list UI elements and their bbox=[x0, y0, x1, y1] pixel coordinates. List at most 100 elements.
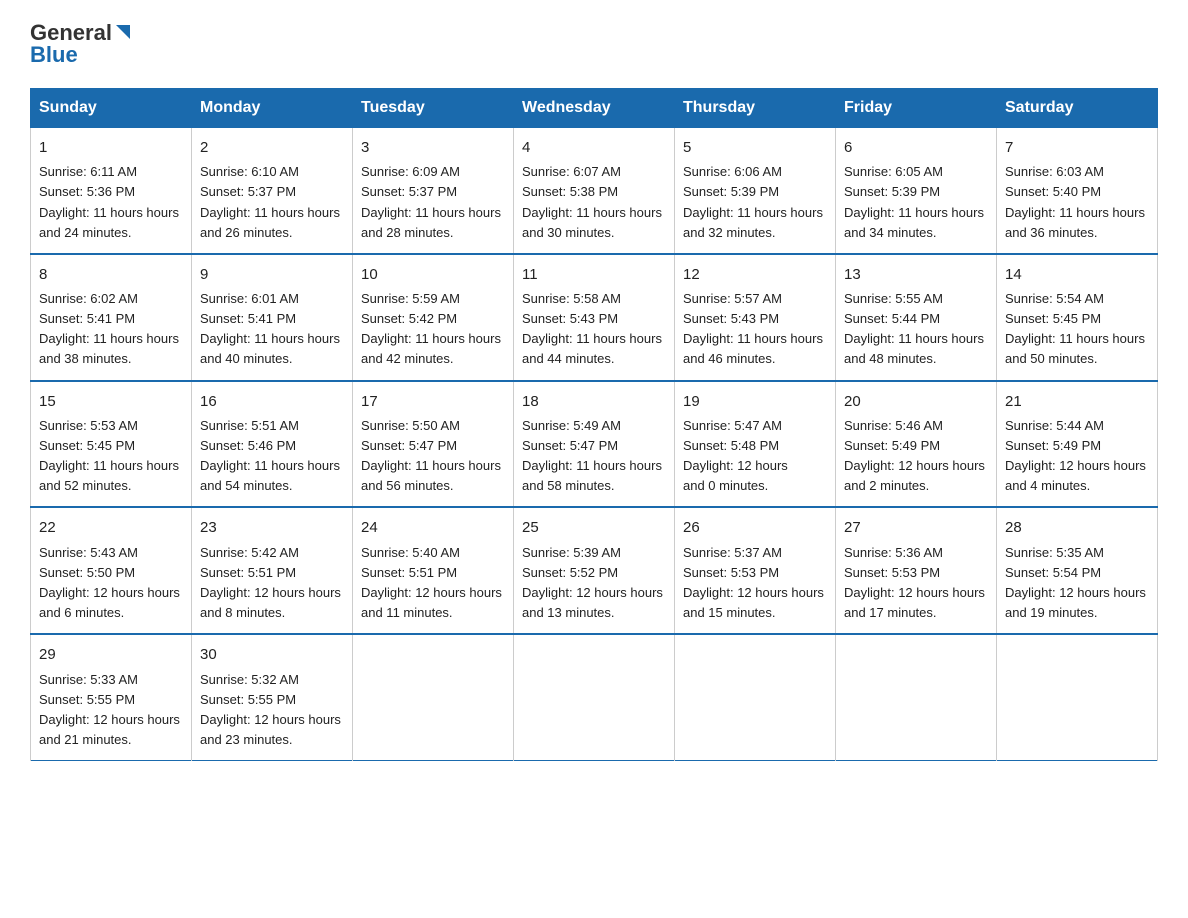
day-number: 17 bbox=[361, 390, 505, 413]
calendar-cell: 6Sunrise: 6:05 AMSunset: 5:39 PMDaylight… bbox=[836, 128, 997, 254]
day-number: 30 bbox=[200, 643, 344, 666]
day-info: Sunrise: 6:02 AMSunset: 5:41 PMDaylight:… bbox=[39, 291, 179, 366]
day-info: Sunrise: 5:51 AMSunset: 5:46 PMDaylight:… bbox=[200, 418, 340, 493]
calendar-cell: 12 Sunrise: 5:57 AMSunset: 5:43 PMDayligh… bbox=[675, 254, 836, 381]
calendar-cell: 5 Sunrise: 6:06 AMSunset: 5:39 PMDaylight… bbox=[675, 128, 836, 254]
day-info: Sunrise: 5:44 AMSunset: 5:49 PMDaylight:… bbox=[1005, 418, 1146, 493]
day-number: 25 bbox=[522, 516, 666, 539]
day-number: 16 bbox=[200, 390, 344, 413]
day-number: 20 bbox=[844, 390, 988, 413]
day-number: 28 bbox=[1005, 516, 1149, 539]
day-number: 14 bbox=[1005, 263, 1149, 286]
calendar-cell: 15 Sunrise: 5:53 AMSunset: 5:45 PMDayligh… bbox=[31, 381, 192, 508]
weekday-header-tuesday: Tuesday bbox=[353, 89, 514, 128]
calendar-cell: 22 Sunrise: 5:43 AMSunset: 5:50 PMDayligh… bbox=[31, 507, 192, 634]
calendar-cell: 14Sunrise: 5:54 AMSunset: 5:45 PMDayligh… bbox=[997, 254, 1158, 381]
calendar-cell: 20 Sunrise: 5:46 AMSunset: 5:49 PMDayligh… bbox=[836, 381, 997, 508]
calendar-cell: 29 Sunrise: 5:33 AMSunset: 5:55 PMDayligh… bbox=[31, 634, 192, 760]
day-number: 1 bbox=[39, 136, 183, 159]
calendar-week-row: 29 Sunrise: 5:33 AMSunset: 5:55 PMDayligh… bbox=[31, 634, 1158, 760]
day-info: Sunrise: 5:35 AMSunset: 5:54 PMDaylight:… bbox=[1005, 545, 1146, 620]
day-number: 15 bbox=[39, 390, 183, 413]
calendar-cell: 3 Sunrise: 6:09 AMSunset: 5:37 PMDaylight… bbox=[353, 128, 514, 254]
logo-triangle-icon bbox=[114, 23, 132, 41]
calendar-header-row: SundayMondayTuesdayWednesdayThursdayFrid… bbox=[31, 89, 1158, 128]
calendar-cell bbox=[675, 634, 836, 760]
calendar-cell: 25 Sunrise: 5:39 AMSunset: 5:52 PMDayligh… bbox=[514, 507, 675, 634]
day-info: Sunrise: 5:46 AMSunset: 5:49 PMDaylight:… bbox=[844, 418, 985, 493]
day-info: Sunrise: 5:42 AMSunset: 5:51 PMDaylight:… bbox=[200, 545, 341, 620]
calendar-cell: 9 Sunrise: 6:01 AMSunset: 5:41 PMDaylight… bbox=[192, 254, 353, 381]
calendar-cell: 4 Sunrise: 6:07 AMSunset: 5:38 PMDaylight… bbox=[514, 128, 675, 254]
day-info: Sunrise: 6:11 AMSunset: 5:36 PMDaylight:… bbox=[39, 164, 179, 239]
day-number: 23 bbox=[200, 516, 344, 539]
day-info: Sunrise: 5:57 AMSunset: 5:43 PMDaylight:… bbox=[683, 291, 823, 366]
day-info: Sunrise: 6:10 AMSunset: 5:37 PMDaylight:… bbox=[200, 164, 340, 239]
day-number: 9 bbox=[200, 263, 344, 286]
day-info: Sunrise: 5:43 AMSunset: 5:50 PMDaylight:… bbox=[39, 545, 180, 620]
calendar-cell: 11Sunrise: 5:58 AMSunset: 5:43 PMDayligh… bbox=[514, 254, 675, 381]
day-info: Sunrise: 6:06 AMSunset: 5:39 PMDaylight:… bbox=[683, 164, 823, 239]
day-number: 21 bbox=[1005, 390, 1149, 413]
calendar-cell: 7 Sunrise: 6:03 AMSunset: 5:40 PMDaylight… bbox=[997, 128, 1158, 254]
weekday-header-thursday: Thursday bbox=[675, 89, 836, 128]
day-number: 24 bbox=[361, 516, 505, 539]
weekday-header-wednesday: Wednesday bbox=[514, 89, 675, 128]
day-info: Sunrise: 5:55 AMSunset: 5:44 PMDaylight:… bbox=[844, 291, 984, 366]
calendar-cell: 24 Sunrise: 5:40 AMSunset: 5:51 PMDayligh… bbox=[353, 507, 514, 634]
day-info: Sunrise: 6:03 AMSunset: 5:40 PMDaylight:… bbox=[1005, 164, 1145, 239]
day-number: 26 bbox=[683, 516, 827, 539]
logo-blue-text: Blue bbox=[30, 42, 78, 68]
day-number: 27 bbox=[844, 516, 988, 539]
day-info: Sunrise: 6:09 AMSunset: 5:37 PMDaylight:… bbox=[361, 164, 501, 239]
calendar-cell: 8 Sunrise: 6:02 AMSunset: 5:41 PMDaylight… bbox=[31, 254, 192, 381]
day-info: Sunrise: 5:36 AMSunset: 5:53 PMDaylight:… bbox=[844, 545, 985, 620]
day-info: Sunrise: 5:50 AMSunset: 5:47 PMDaylight:… bbox=[361, 418, 501, 493]
calendar-cell bbox=[836, 634, 997, 760]
day-number: 7 bbox=[1005, 136, 1149, 159]
calendar-cell bbox=[997, 634, 1158, 760]
calendar-week-row: 15 Sunrise: 5:53 AMSunset: 5:45 PMDayligh… bbox=[31, 381, 1158, 508]
day-number: 8 bbox=[39, 263, 183, 286]
calendar-cell: 28 Sunrise: 5:35 AMSunset: 5:54 PMDayligh… bbox=[997, 507, 1158, 634]
day-info: Sunrise: 5:33 AMSunset: 5:55 PMDaylight:… bbox=[39, 672, 180, 747]
weekday-header-sunday: Sunday bbox=[31, 89, 192, 128]
page-header: General Blue bbox=[30, 20, 1158, 68]
day-info: Sunrise: 5:40 AMSunset: 5:51 PMDaylight:… bbox=[361, 545, 502, 620]
day-info: Sunrise: 6:05 AMSunset: 5:39 PMDaylight:… bbox=[844, 164, 984, 239]
calendar-week-row: 1 Sunrise: 6:11 AMSunset: 5:36 PMDaylight… bbox=[31, 128, 1158, 254]
day-number: 5 bbox=[683, 136, 827, 159]
calendar-cell: 1 Sunrise: 6:11 AMSunset: 5:36 PMDaylight… bbox=[31, 128, 192, 254]
day-info: Sunrise: 5:58 AMSunset: 5:43 PMDaylight:… bbox=[522, 291, 662, 366]
day-info: Sunrise: 5:47 AMSunset: 5:48 PMDaylight:… bbox=[683, 418, 788, 493]
day-number: 22 bbox=[39, 516, 183, 539]
calendar-cell: 26 Sunrise: 5:37 AMSunset: 5:53 PMDayligh… bbox=[675, 507, 836, 634]
weekday-header-monday: Monday bbox=[192, 89, 353, 128]
calendar-cell: 21 Sunrise: 5:44 AMSunset: 5:49 PMDayligh… bbox=[997, 381, 1158, 508]
day-info: Sunrise: 6:01 AMSunset: 5:41 PMDaylight:… bbox=[200, 291, 340, 366]
day-number: 12 bbox=[683, 263, 827, 286]
logo: General Blue bbox=[30, 20, 132, 68]
calendar-week-row: 22 Sunrise: 5:43 AMSunset: 5:50 PMDayligh… bbox=[31, 507, 1158, 634]
weekday-header-saturday: Saturday bbox=[997, 89, 1158, 128]
calendar-cell: 19Sunrise: 5:47 AMSunset: 5:48 PMDayligh… bbox=[675, 381, 836, 508]
day-info: Sunrise: 5:59 AMSunset: 5:42 PMDaylight:… bbox=[361, 291, 501, 366]
day-number: 2 bbox=[200, 136, 344, 159]
calendar-cell bbox=[353, 634, 514, 760]
day-number: 10 bbox=[361, 263, 505, 286]
day-number: 3 bbox=[361, 136, 505, 159]
day-info: Sunrise: 5:39 AMSunset: 5:52 PMDaylight:… bbox=[522, 545, 663, 620]
calendar-cell: 27 Sunrise: 5:36 AMSunset: 5:53 PMDayligh… bbox=[836, 507, 997, 634]
calendar-cell: 30Sunrise: 5:32 AMSunset: 5:55 PMDayligh… bbox=[192, 634, 353, 760]
calendar-cell: 2 Sunrise: 6:10 AMSunset: 5:37 PMDaylight… bbox=[192, 128, 353, 254]
calendar-cell: 13 Sunrise: 5:55 AMSunset: 5:44 PMDayligh… bbox=[836, 254, 997, 381]
day-info: Sunrise: 6:07 AMSunset: 5:38 PMDaylight:… bbox=[522, 164, 662, 239]
day-number: 13 bbox=[844, 263, 988, 286]
day-number: 4 bbox=[522, 136, 666, 159]
calendar-cell: 23 Sunrise: 5:42 AMSunset: 5:51 PMDayligh… bbox=[192, 507, 353, 634]
day-info: Sunrise: 5:37 AMSunset: 5:53 PMDaylight:… bbox=[683, 545, 824, 620]
day-info: Sunrise: 5:53 AMSunset: 5:45 PMDaylight:… bbox=[39, 418, 179, 493]
day-number: 29 bbox=[39, 643, 183, 666]
calendar-cell: 16 Sunrise: 5:51 AMSunset: 5:46 PMDayligh… bbox=[192, 381, 353, 508]
calendar-cell: 10 Sunrise: 5:59 AMSunset: 5:42 PMDayligh… bbox=[353, 254, 514, 381]
